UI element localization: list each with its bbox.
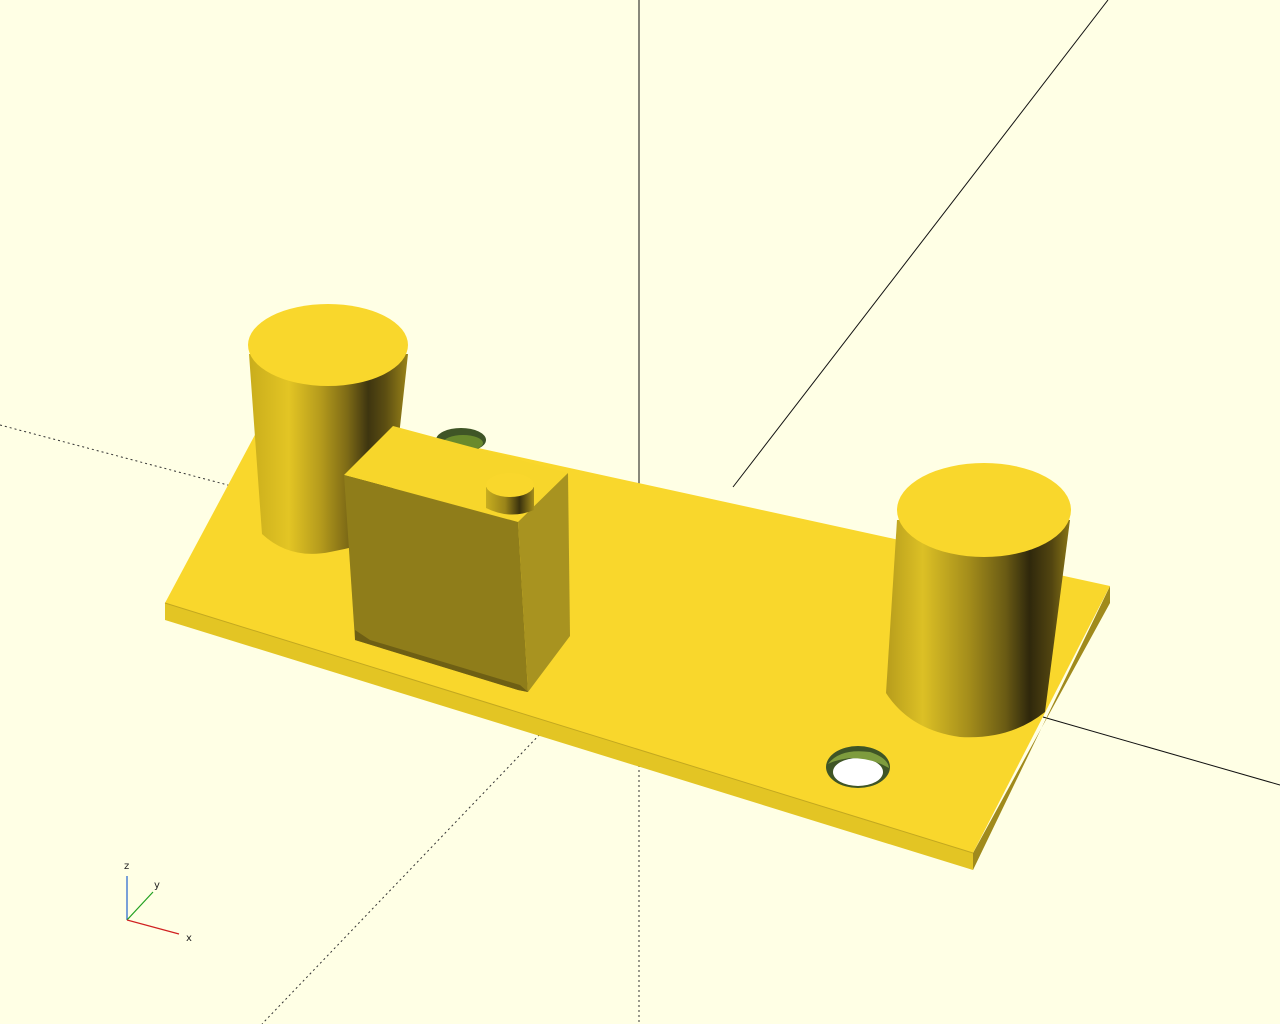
3d-viewport[interactable]: z y x xyxy=(0,0,1280,1024)
left-cylinder-top xyxy=(248,304,408,386)
axis-orientation-indicator: z y x xyxy=(124,861,192,944)
right-cylinder-top xyxy=(897,463,1071,557)
axis-glyph-x xyxy=(126,919,180,935)
axis-y-neg-line xyxy=(261,730,544,1024)
axis-y-line xyxy=(732,0,1109,488)
axis-glyph-y xyxy=(126,891,154,921)
axis-glyph-z-label: z xyxy=(124,861,129,872)
axis-x-line xyxy=(1042,716,1280,786)
model-scene[interactable]: z y x xyxy=(0,0,1280,1024)
axis-x-neg-line xyxy=(0,424,263,495)
right-cylinder[interactable] xyxy=(886,463,1071,738)
axis-glyph-y-label: y xyxy=(154,880,160,891)
switch-knob-top xyxy=(486,473,534,497)
axis-glyph-x-label: x xyxy=(186,933,192,944)
switch-knob[interactable] xyxy=(486,473,534,515)
mounting-hole-right xyxy=(826,746,890,788)
